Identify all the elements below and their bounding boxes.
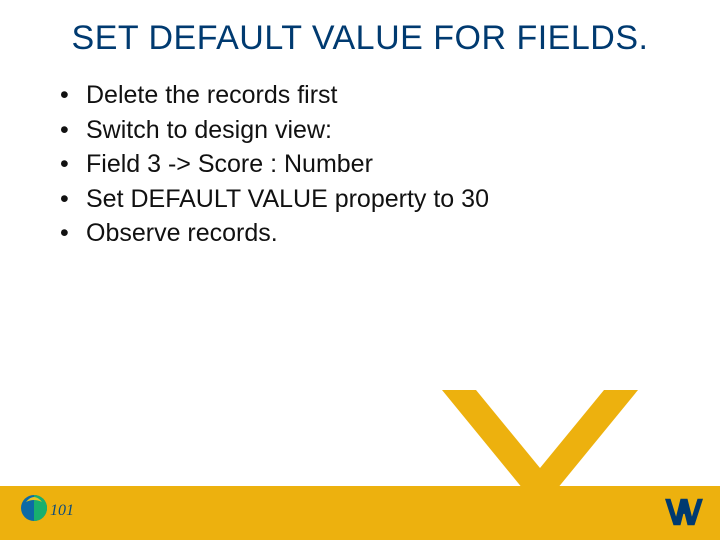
list-item: Switch to design view: <box>56 113 664 148</box>
slide-title: SET DEFAULT VALUE FOR FIELDS. <box>0 0 720 58</box>
slide: { "title": "SET DEFAULT VALUE FOR FIELDS… <box>0 0 720 540</box>
footer-bar <box>0 486 720 540</box>
list-item: Field 3 -> Score : Number <box>56 147 664 182</box>
list-item: Observe records. <box>56 216 664 251</box>
slide-body: Delete the records first Switch to desig… <box>0 58 720 251</box>
list-item: Delete the records first <box>56 78 664 113</box>
svg-text:101: 101 <box>50 502 74 519</box>
list-item: Set DEFAULT VALUE property to 30 <box>56 182 664 217</box>
wv-logo-icon <box>662 496 706 530</box>
course-badge-icon: 101 <box>20 490 76 526</box>
bullet-list: Delete the records first Switch to desig… <box>56 78 664 251</box>
